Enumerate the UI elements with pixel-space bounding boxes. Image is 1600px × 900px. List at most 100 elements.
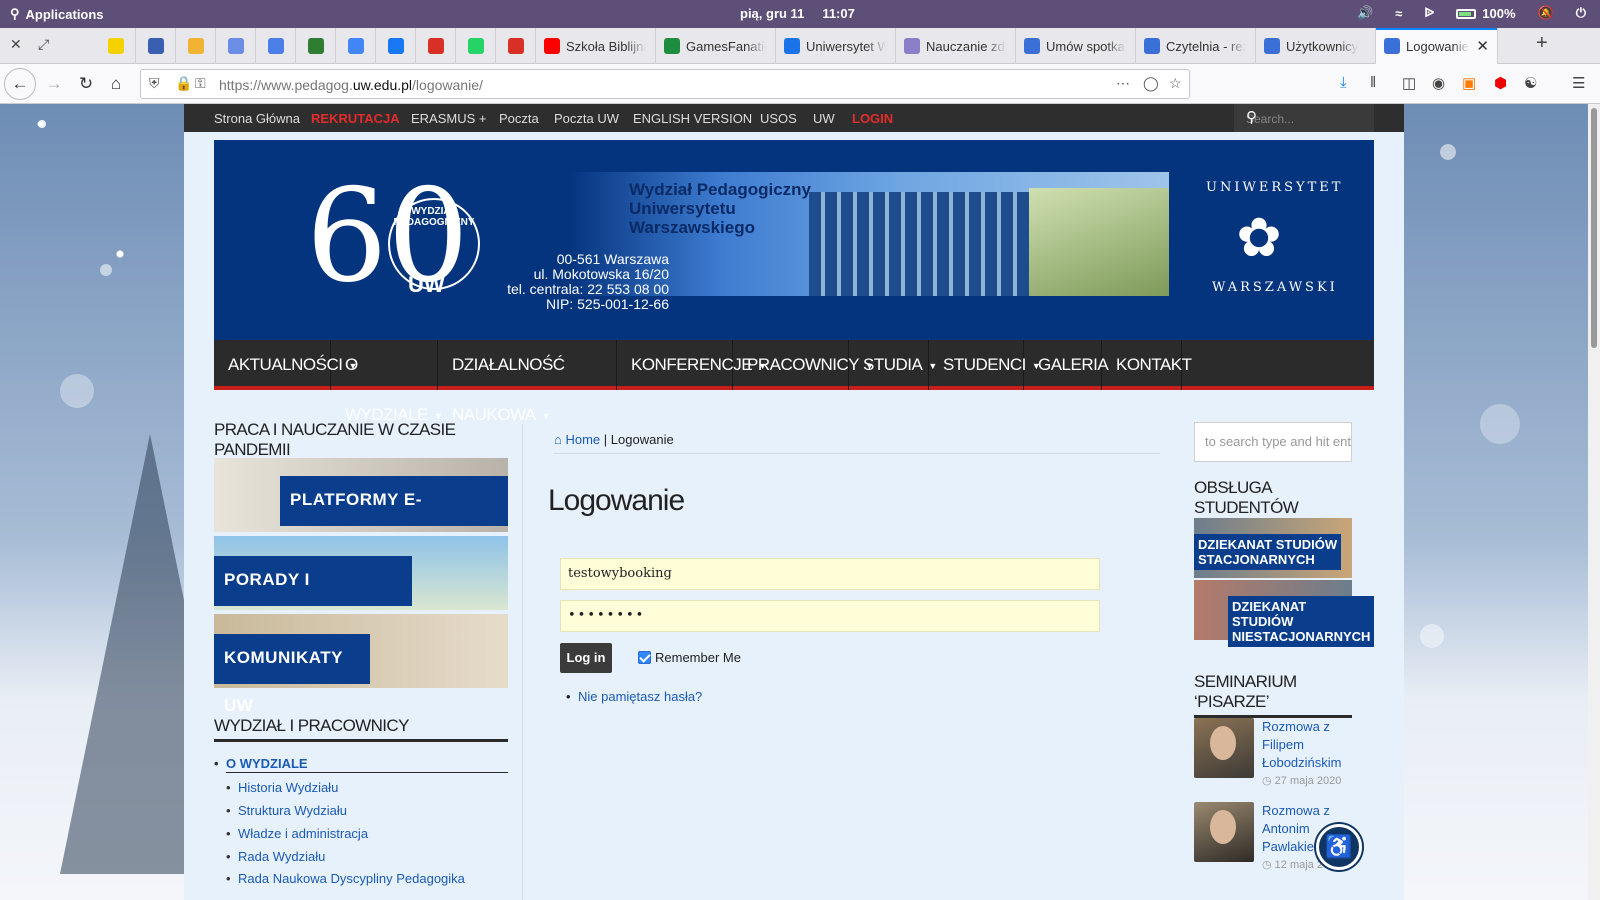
article-link[interactable]: Rozmowa z Filipem Łobodzińskim — [1262, 718, 1352, 772]
adblock-icon[interactable]: ⬢ — [1494, 74, 1507, 92]
remember-me[interactable]: Remember Me — [638, 650, 741, 665]
lost-password-link[interactable]: Nie pamiętasz hasła? — [566, 689, 702, 704]
topbar-link-uw[interactable]: UW — [813, 111, 835, 126]
menu-item-studies[interactable]: STUDIA ▼ — [849, 340, 937, 390]
tab-youtube-icon[interactable]: Szkoła Biblijna — [536, 28, 656, 64]
menu-label: GALERIA — [1038, 355, 1109, 374]
username-field[interactable]: testowybooking — [560, 558, 1100, 590]
topbar-link-mail-uw[interactable]: Poczta UW — [554, 111, 619, 126]
bookmark-star-icon[interactable]: ☆ — [1169, 75, 1182, 92]
reload-button[interactable]: ↻ — [72, 71, 100, 97]
tab-google-icon[interactable] — [336, 28, 376, 64]
close-tab-icon[interactable]: ✕ — [1476, 37, 1489, 55]
remember-me-checkbox[interactable] — [638, 651, 651, 664]
tab-calendar-grid-icon[interactable] — [176, 28, 216, 64]
accessibility-icon[interactable]: ♿ — [1316, 824, 1362, 870]
menu-item-conferences[interactable]: KONFERENCJE ▼ — [617, 340, 767, 390]
list-item[interactable]: Władze i administracja — [226, 826, 368, 841]
topbar-link-recruitment[interactable]: REKRUTACJA — [311, 111, 400, 126]
part-time-office-banner[interactable]: DZIEKANAT STUDIÓW NIESTACJONARNYCH — [1194, 580, 1375, 647]
topbar-link-english[interactable]: ENGLISH VERSION — [633, 111, 752, 126]
menu-item-contact[interactable]: KONTAKT — [1102, 340, 1192, 390]
topbar-link-mail[interactable]: Poczta — [499, 111, 539, 126]
lock-icon[interactable]: 🔒 — [175, 75, 192, 92]
applications-menu[interactable]: ⚲ Applications — [10, 6, 104, 22]
login-button[interactable]: Log in — [560, 643, 612, 673]
article-line: Rozmowa z — [1262, 719, 1330, 734]
menu-item-about[interactable]: O WYDZIALE ▼ — [331, 340, 443, 424]
fullscreen-icon[interactable]: ⤢ — [38, 36, 49, 53]
tab-doc-icon[interactable] — [296, 28, 336, 64]
password-field[interactable]: •••••••• — [560, 600, 1100, 632]
home-button[interactable]: ⌂ — [102, 71, 130, 97]
tab-calendar-icon[interactable]: Uniwersytet W — [776, 28, 896, 64]
list-item[interactable]: Rada Naukowa Dyscypliny Pedagogika — [226, 871, 465, 886]
volume-icon[interactable]: 🔊 — [1357, 5, 1373, 21]
tab-globe-icon[interactable]: Umów spotkan — [1016, 28, 1136, 64]
account-icon[interactable]: ◉ — [1432, 74, 1445, 92]
downloads-icon[interactable]: ⤓ — [1340, 74, 1347, 91]
list-item[interactable]: Historia Wydziału — [226, 780, 338, 795]
url-bar[interactable]: ⛨ 🔒 ⚿ https://www.pedagog.uw.edu.pl/logo… — [140, 69, 1190, 99]
list-item[interactable]: Struktura Wydziału — [226, 803, 347, 818]
tab-ninja-icon[interactable] — [96, 28, 136, 64]
bluetooth-icon[interactable]: ᐉ — [1424, 5, 1434, 21]
search-icon[interactable]: ⚲ — [1246, 108, 1366, 126]
elearning-banner[interactable]: PLATFORMY E-LEARNINGOWE — [214, 458, 508, 557]
tab-facebook-icon[interactable] — [376, 28, 416, 64]
tab-qr-icon[interactable] — [136, 28, 176, 64]
top-search[interactable]: Search... ⚲ — [1234, 104, 1374, 132]
extension-icon[interactable]: ☯ — [1524, 74, 1537, 92]
menu-item-research[interactable]: DZIAŁALNOŚĆ NAUKOWA ▼ — [438, 340, 617, 424]
list-item-about[interactable]: O WYDZIALE — [214, 756, 508, 773]
extension-qr-icon[interactable]: ▣ — [1462, 74, 1476, 92]
menu-item-news[interactable]: AKTUALNOŚCI ▼ — [214, 340, 357, 390]
page-scrollbar[interactable] — [1588, 104, 1600, 900]
pocket-icon[interactable]: ◯ — [1143, 75, 1159, 92]
university-logo[interactable]: UNIWERSYTET ✿ WARSZAWSKI — [1194, 174, 1340, 304]
battery-indicator[interactable]: 100% — [1456, 6, 1516, 21]
page-actions-icon[interactable]: ⋯ — [1116, 75, 1130, 92]
sidebar-icon[interactable]: ◫ — [1402, 74, 1416, 92]
tab-globe-icon[interactable]: Użytkownicy — [1256, 28, 1376, 64]
scrollbar-thumb[interactable] — [1591, 108, 1597, 348]
article-thumbnail[interactable] — [1194, 718, 1254, 778]
tab-whatsapp-icon[interactable] — [456, 28, 496, 64]
sidebar-search-input[interactable]: to search type and hit enter — [1194, 422, 1352, 462]
tab-gmail-icon[interactable] — [416, 28, 456, 64]
menu-item-gallery[interactable]: GALERIA — [1024, 340, 1109, 390]
topbar-link-usos[interactable]: USOS — [760, 111, 797, 126]
shield-icon[interactable]: ⛨ — [149, 75, 160, 92]
close-window-icon[interactable]: ✕ — [10, 36, 22, 53]
tips-banner[interactable]: PORADY I INSTRUKCJE — [214, 536, 508, 637]
anniversary-logo[interactable]: 60 WYDZIAŁ PEDAGOGICZNY UW — [306, 172, 486, 310]
tab-globe-icon[interactable]: Nauczanie zda — [896, 28, 1016, 64]
tab-gmail-icon[interactable] — [496, 28, 536, 64]
menu-item-students[interactable]: STUDENCI ▼ — [929, 340, 1041, 390]
tab-plus-icon[interactable]: GamesFanatic — [656, 28, 776, 64]
power-icon[interactable]: ⏻ — [1576, 5, 1586, 21]
tab-globe-icon[interactable]: Logowanie ✕ — [1376, 28, 1498, 64]
tab-puzzle-icon[interactable] — [216, 28, 256, 64]
notifications-off-icon[interactable]: 🔕 — [1538, 5, 1554, 21]
topbar-link-login[interactable]: LOGIN — [852, 111, 893, 126]
logo-arc-text: WYDZIAŁ PEDAGOGICZNY — [393, 206, 475, 228]
topbar-link-home[interactable]: Strona Główna — [214, 111, 300, 126]
tab-translate-icon[interactable] — [256, 28, 296, 64]
full-time-office-banner[interactable]: DZIEKANAT STUDIÓW STACJONARNYCH — [1194, 518, 1352, 578]
article-thumbnail[interactable] — [1194, 802, 1254, 862]
back-button[interactable]: ← — [4, 68, 36, 100]
announcements-banner[interactable]: KOMUNIKATY UW — [214, 614, 508, 715]
tab-title: Logowanie — [1406, 38, 1469, 54]
list-item[interactable]: Rada Wydziału — [226, 849, 325, 864]
tab-globe-icon[interactable]: Czytelnia - rez — [1136, 28, 1256, 64]
menu-item-staff[interactable]: PRACOWNICY ▼ — [733, 340, 874, 390]
topbar-link-erasmus[interactable]: ERASMUS + — [411, 111, 487, 126]
wifi-icon[interactable]: ≈ — [1395, 6, 1402, 21]
clock[interactable]: pią, gru 11 11:07 — [740, 6, 855, 21]
breadcrumb-home[interactable]: ⌂ Home — [554, 432, 600, 447]
library-icon[interactable]: ‖ — [1370, 74, 1376, 91]
menu-icon[interactable]: ☰ — [1572, 74, 1585, 92]
forward-button[interactable]: → — [40, 71, 68, 97]
new-tab-button[interactable]: + — [1536, 32, 1548, 55]
